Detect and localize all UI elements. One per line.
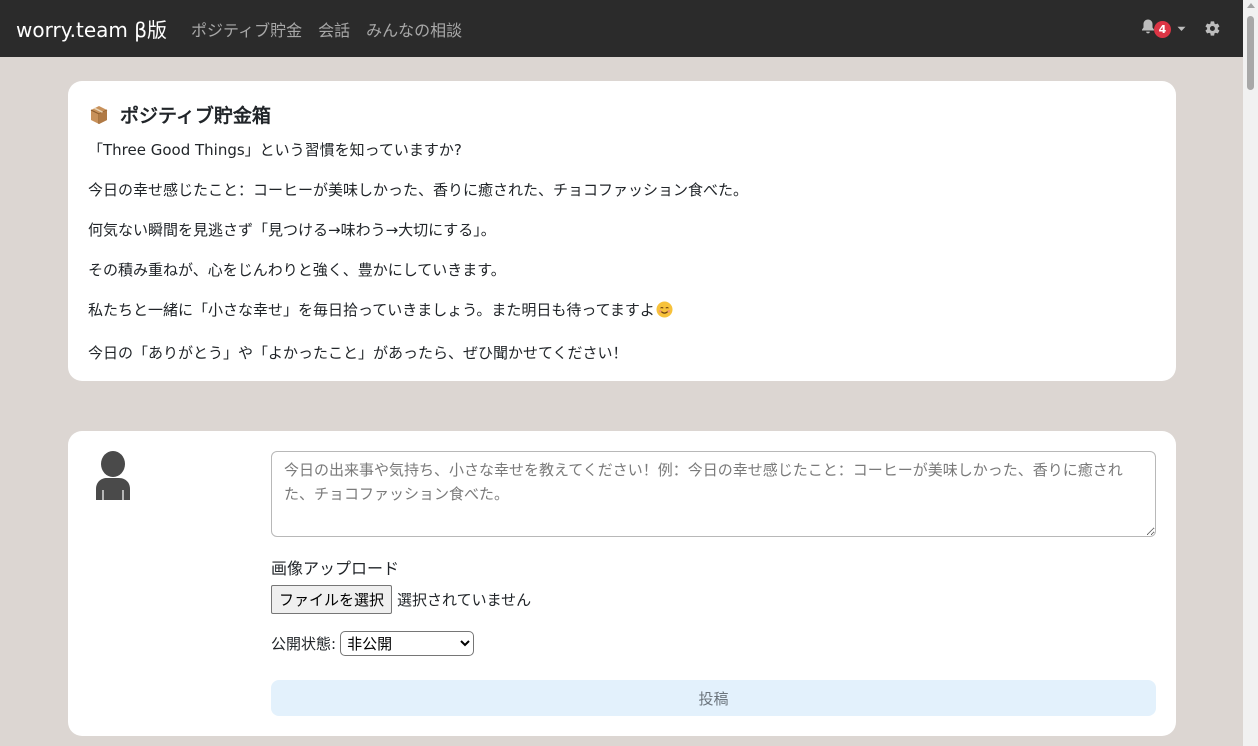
intro-paragraph-4: その積み重ねが、心をじんわりと強く、豊かにしていきます。: [88, 261, 506, 279]
notifications-dropdown[interactable]: 4: [1140, 18, 1186, 39]
caret-down-icon: [1177, 26, 1186, 32]
intro-paragraph-1: 「Three Good Things」という習慣を知っていますか?: [88, 141, 462, 159]
intro-paragraph-3: 何気ない瞬間を見逃さず「見つける→味わう→大切にする」。: [88, 221, 496, 239]
visibility-row: 公開状態: 非公開: [271, 631, 475, 656]
intro-paragraph-2: 今日の幸せ感じたこと：コーヒーが美味しかった、香りに癒された、チョコファッション…: [88, 181, 749, 199]
smiling-face-icon: [656, 301, 673, 323]
file-status-text: 選択されていません: [397, 591, 532, 609]
choose-file-button[interactable]: ファイルを選択: [271, 585, 393, 614]
package-box-icon: [88, 104, 110, 126]
nav-link-community-consultation[interactable]: みんなの相談: [366, 17, 462, 41]
gear-icon[interactable]: [1204, 20, 1221, 37]
card-title: ポジティブ貯金箱: [88, 101, 1156, 128]
post-content-textarea[interactable]: [271, 451, 1156, 537]
intro-paragraph-5-text: 私たちと一緒に「小さな幸せ」を毎日拾っていきましょう。また明日も待ってますよ: [88, 301, 655, 319]
post-form-card: 画像アップロード ファイルを選択 選択されていません 公開状態: 非公開 投稿: [68, 431, 1176, 736]
page-scrollbar[interactable]: [1243, 0, 1258, 746]
submit-post-button[interactable]: 投稿: [271, 680, 1156, 716]
file-input: ファイルを選択 選択されていません: [271, 585, 531, 614]
nav-link-conversation[interactable]: 会話: [318, 17, 350, 41]
scroll-thumb[interactable]: [1247, 16, 1254, 90]
brand-logo[interactable]: worry.team β版: [16, 14, 167, 43]
top-navbar: worry.team β版 ポジティブ貯金 会話 みんなの相談 4: [0, 0, 1243, 57]
intro-paragraph-6: 今日の「ありがとう」や「よかったこと」があったら、ぜひ聞かせてください！: [88, 344, 628, 362]
positive-savings-intro-card: ポジティブ貯金箱 「Three Good Things」という習慣を知っています…: [68, 81, 1176, 381]
nav-right-controls: 4: [1140, 18, 1221, 39]
user-avatar-icon: [95, 450, 131, 506]
nav-links: ポジティブ貯金 会話 みんなの相談: [191, 17, 478, 41]
card-title-text: ポジティブ貯金箱: [120, 105, 271, 127]
notification-badge: 4: [1154, 21, 1171, 38]
visibility-select[interactable]: 非公開: [340, 631, 475, 656]
image-upload-label: 画像アップロード: [271, 559, 400, 578]
scroll-up-arrow-icon[interactable]: [1247, 3, 1255, 8]
nav-link-positive-savings[interactable]: ポジティブ貯金: [191, 17, 302, 41]
intro-paragraph-5: 私たちと一緒に「小さな幸せ」を毎日拾っていきましょう。また明日も待ってますよ: [88, 300, 1156, 323]
visibility-label: 公開状態:: [271, 635, 337, 653]
